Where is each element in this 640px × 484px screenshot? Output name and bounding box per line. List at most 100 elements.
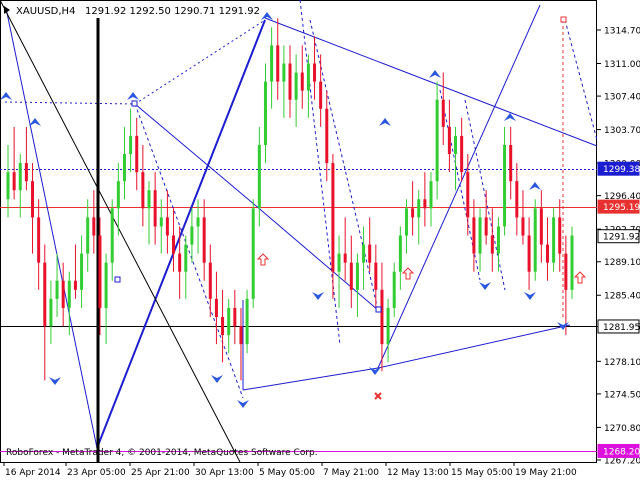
- candle-body: [202, 217, 206, 263]
- candle-body: [454, 135, 458, 155]
- candle-body: [423, 199, 427, 209]
- candle-body: [190, 226, 194, 245]
- candle-body: [570, 235, 574, 290]
- price-tag-label: 1291.92: [603, 233, 640, 243]
- anchor-point[interactable]: [114, 276, 121, 283]
- candle-body: [374, 262, 378, 290]
- candle-body: [208, 262, 212, 299]
- candle-body: [521, 217, 525, 236]
- candle-body: [558, 217, 562, 254]
- candle-body: [43, 262, 47, 327]
- candle-body: [496, 226, 500, 254]
- candle-body: [429, 181, 433, 209]
- candle-body: [368, 244, 372, 263]
- candle-body: [478, 217, 482, 254]
- candle-body: [319, 81, 323, 109]
- candle-body: [515, 181, 519, 218]
- candle-body: [86, 217, 90, 254]
- candle-body: [147, 190, 151, 209]
- candle-body: [447, 126, 451, 155]
- candle-body: [276, 45, 280, 82]
- x-tick-label: 15 May 05:00: [451, 468, 513, 478]
- symbol-label: XAUUSD,H4: [16, 6, 75, 17]
- y-tick-label: 1274.50: [604, 390, 640, 400]
- candle-body: [404, 208, 408, 236]
- candle-body: [509, 144, 513, 182]
- anchor-point[interactable]: [131, 100, 138, 107]
- chart-header: XAUUSD,H4 1291.92 1292.50 1290.71 1291.9…: [4, 6, 260, 17]
- candle-body: [325, 108, 329, 164]
- y-tick-label: 1307.40: [604, 93, 640, 103]
- candle-body: [306, 63, 310, 91]
- candle-body: [490, 235, 494, 254]
- anchor-point[interactable]: [560, 16, 567, 23]
- candle-body: [172, 235, 176, 254]
- candle-body: [533, 208, 537, 272]
- candle-body: [18, 163, 22, 191]
- x-tick-label: 19 May 21:00: [515, 468, 577, 478]
- candle-body: [178, 253, 182, 272]
- candle-body: [349, 262, 353, 290]
- candle-body: [257, 144, 261, 209]
- candle-body: [6, 172, 10, 200]
- candle-body: [73, 280, 77, 290]
- candle-body: [539, 208, 543, 245]
- x-tick-label: 16 Apr 2014: [5, 468, 61, 478]
- candle-body: [386, 307, 390, 345]
- candle-body: [110, 208, 114, 263]
- candle-body: [564, 253, 568, 290]
- chart-background: [0, 0, 640, 480]
- candle-body: [460, 135, 464, 173]
- y-tick-label: 1303.70: [604, 126, 640, 136]
- candle-body: [343, 253, 347, 263]
- candle-body: [527, 235, 531, 272]
- candle-body: [239, 326, 243, 345]
- price-tag-label: 1281.95: [603, 323, 640, 333]
- candle-body: [392, 271, 396, 308]
- y-tick-label: 1267.20: [604, 457, 640, 467]
- y-tick-label: 1314.70: [604, 27, 640, 37]
- price-chart[interactable]: XAUUSD,H4 1291.92 1292.50 1290.71 1291.9…: [0, 0, 640, 480]
- candle-body: [411, 208, 415, 218]
- price-tag-label: 1268.20: [603, 447, 640, 457]
- ohlc-values: 1291.92 1292.50 1290.71 1291.92: [85, 6, 260, 17]
- candle-body: [214, 298, 218, 317]
- candle-body: [435, 99, 439, 182]
- candle-body: [270, 45, 274, 82]
- candle-body: [184, 244, 188, 272]
- y-tick-label: 1270.80: [604, 424, 640, 434]
- candle-body: [196, 217, 200, 227]
- y-tick-label: 1311.00: [604, 60, 640, 70]
- candle-body: [37, 217, 41, 263]
- price-tag-label: 1295.19: [603, 203, 640, 213]
- candle-body: [472, 217, 476, 254]
- candle-body: [294, 72, 298, 100]
- candle-body: [337, 253, 341, 272]
- candle-body: [31, 181, 35, 218]
- candle-body: [24, 163, 28, 182]
- candle-body: [221, 316, 225, 336]
- candle-body: [104, 262, 108, 308]
- candle-body: [61, 280, 65, 308]
- candle-body: [55, 280, 59, 299]
- candle-body: [251, 208, 255, 299]
- candle-body: [116, 181, 120, 209]
- x-tick-label: 7 May 21:00: [323, 468, 379, 478]
- price-tag-label: 1299.38: [603, 165, 640, 175]
- candle-body: [141, 172, 145, 209]
- y-tick-label: 1289.10: [604, 258, 640, 268]
- candle-body: [227, 307, 231, 336]
- candle-body: [417, 199, 421, 218]
- candle-body: [135, 135, 139, 173]
- candle-body: [398, 235, 402, 272]
- anchor-point[interactable]: [375, 306, 382, 313]
- x-tick-label: 23 Apr 05:00: [67, 468, 126, 478]
- candle-body: [288, 63, 292, 100]
- candle-body: [92, 217, 96, 236]
- candle-body: [165, 217, 169, 236]
- candle-body: [503, 144, 507, 227]
- candle-body: [355, 262, 359, 290]
- metatrader-window: XAUUSD,H4 1291.92 1292.50 1290.71 1291.9…: [0, 0, 640, 480]
- candle-body: [552, 217, 556, 263]
- candle-body: [441, 99, 445, 127]
